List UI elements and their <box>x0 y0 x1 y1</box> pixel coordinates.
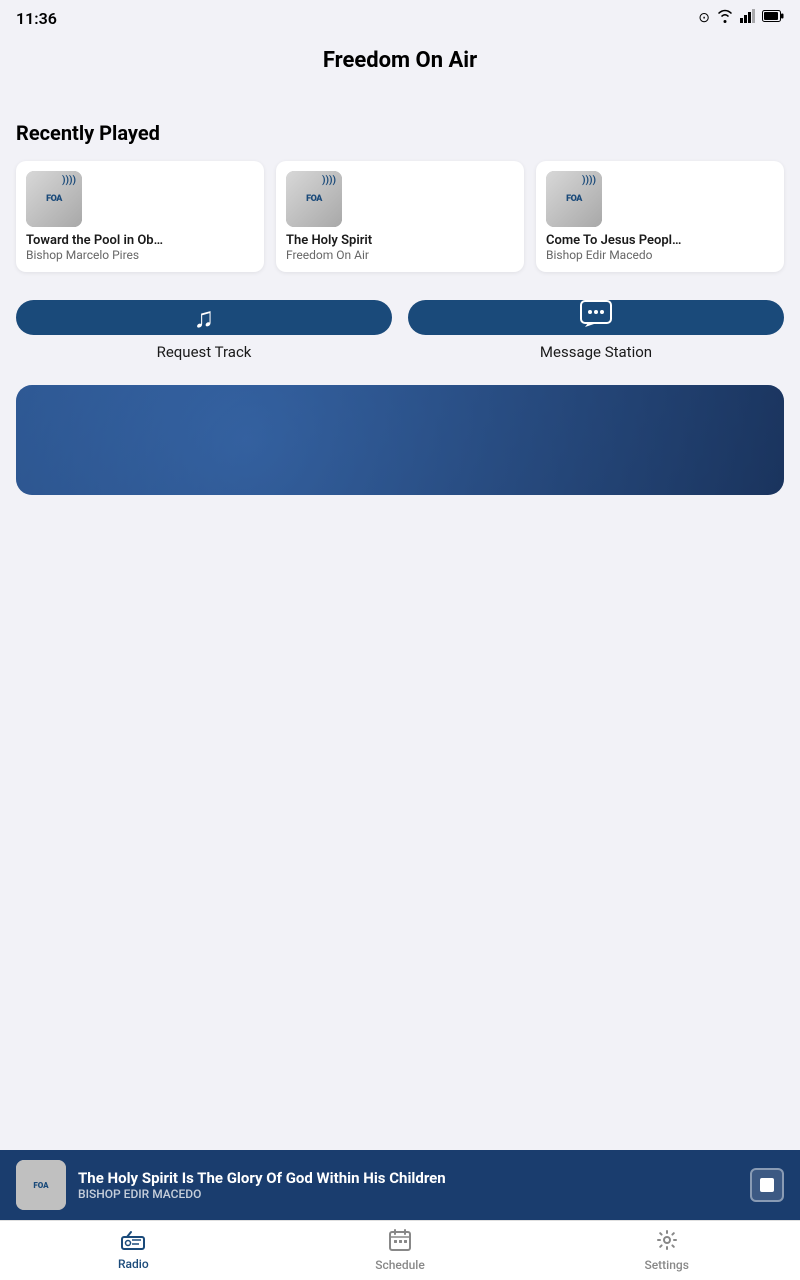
request-track-label: Request Track <box>16 343 392 361</box>
status-bar: 11:36 ⊙ <box>0 0 800 36</box>
recent-track-2: The Holy Spirit <box>286 233 372 248</box>
recent-info-2: The Holy Spirit Freedom On Air <box>286 233 372 262</box>
now-playing-title: The Holy Spirit Is The Glory Of God With… <box>78 1169 738 1187</box>
stop-icon <box>760 1178 774 1192</box>
recently-played-list: FOA )))) Toward the Pool in Obedience Bi… <box>16 161 784 272</box>
nav-item-settings[interactable]: Settings <box>533 1221 800 1280</box>
foa-mini-logo-3: FOA )))) <box>546 171 602 227</box>
recent-track-3: Come To Jesus People Of The <box>546 233 686 248</box>
status-time: 11:36 <box>16 9 57 28</box>
section-title: Recently Played <box>16 121 784 145</box>
status-icons: ⊙ <box>698 9 784 27</box>
recent-item-2[interactable]: FOA )))) The Holy Spirit Freedom On Air <box>276 161 524 272</box>
nav-item-radio[interactable]: Radio <box>0 1221 267 1280</box>
request-track-wrapper: ♫ Request Track <box>16 300 392 361</box>
now-playing-thumbnail: FOA <box>16 1160 66 1210</box>
schedule-icon <box>389 1229 411 1256</box>
message-station-wrapper: Message Station <box>408 300 784 361</box>
foa-mini-logo-1: FOA )))) <box>26 171 82 227</box>
recent-info-1: Toward the Pool in Obedience Bishop Marc… <box>26 233 166 262</box>
message-station-button[interactable] <box>408 300 784 335</box>
recent-artist-1: Bishop Marcelo Pires <box>26 248 166 262</box>
radio-icon <box>121 1230 145 1255</box>
now-playing-artist: BISHOP EDIR MACEDO <box>78 1187 738 1201</box>
nav-label-schedule: Schedule <box>375 1258 425 1272</box>
request-track-button[interactable]: ♫ <box>16 300 392 335</box>
svg-text:FOA: FOA <box>33 1181 49 1190</box>
recent-thumb-2: FOA )))) <box>286 171 342 227</box>
settings-icon <box>656 1229 678 1256</box>
recent-thumb-3: FOA )))) <box>546 171 602 227</box>
nav-label-radio: Radio <box>118 1257 149 1271</box>
stop-button[interactable] <box>750 1168 784 1202</box>
main-content: ON AIR ▶ <box>0 93 800 495</box>
recent-track-1: Toward the Pool in Obedience <box>26 233 166 248</box>
banner-background <box>16 385 784 495</box>
recent-artist-2: Freedom On Air <box>286 248 372 262</box>
message-station-label: Message Station <box>408 343 784 361</box>
signal-icon <box>740 9 756 27</box>
wifi-icon <box>716 9 734 27</box>
music-note-icon: ♫ <box>194 302 215 334</box>
action-buttons: ♫ Request Track Message Station <box>16 300 784 361</box>
battery-icon <box>762 10 784 26</box>
bottom-nav: Radio Schedule Settings <box>0 1220 800 1280</box>
recent-artist-3: Bishop Edir Macedo <box>546 248 686 262</box>
recent-info-3: Come To Jesus People Of The Bishop Edir … <box>546 233 686 262</box>
now-playing-bar: FOA The Holy Spirit Is The Glory Of God … <box>0 1150 800 1220</box>
page-header: Freedom On Air <box>0 36 800 93</box>
recent-item-3[interactable]: FOA )))) Come To Jesus People Of The Bis… <box>536 161 784 272</box>
recent-item-1[interactable]: FOA )))) Toward the Pool in Obedience Bi… <box>16 161 264 272</box>
chat-icon <box>580 300 612 335</box>
foa-mini-logo-2: FOA )))) <box>286 171 342 227</box>
nav-item-schedule[interactable]: Schedule <box>267 1221 534 1280</box>
now-playing-info: The Holy Spirit Is The Glory Of God With… <box>78 1169 738 1201</box>
data-sync-icon: ⊙ <box>698 10 710 26</box>
recently-played-section: Recently Played FOA )))) Toward the Pool… <box>16 121 784 272</box>
recent-thumb-1: FOA )))) <box>26 171 82 227</box>
nav-label-settings: Settings <box>644 1258 688 1272</box>
bottom-banner[interactable] <box>16 385 784 495</box>
page-title: Freedom On Air <box>16 48 784 73</box>
